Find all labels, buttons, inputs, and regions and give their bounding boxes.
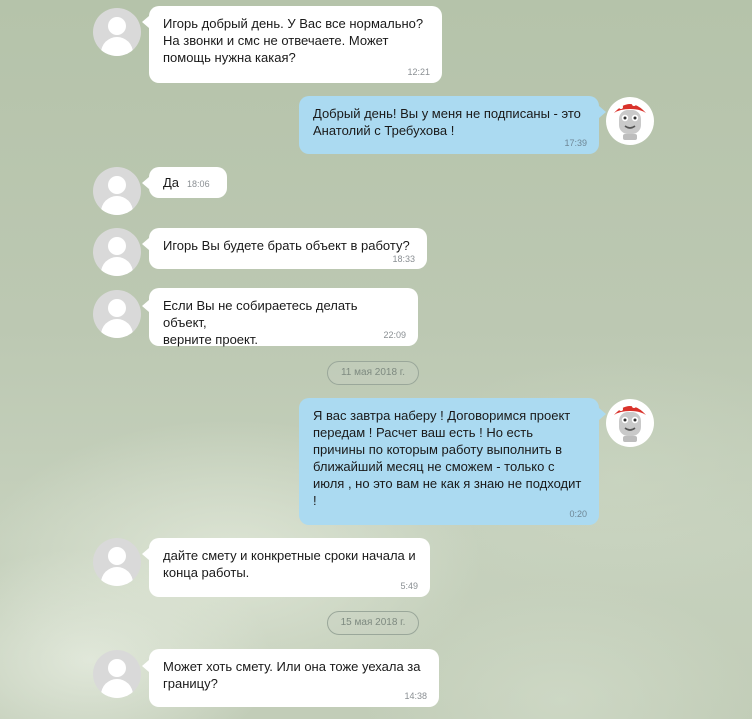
date-separator: 11 мая 2018 г. [327,361,419,385]
own-avatar-icon[interactable] [606,399,654,447]
own-avatar-icon[interactable] [606,97,654,145]
message-time: 18:33 [392,254,415,264]
message-bubble-incoming[interactable]: Игорь Вы будете брать объект в работу? 1… [149,228,427,269]
contact-avatar-icon[interactable] [93,8,141,56]
message-bubble-outgoing[interactable]: Добрый день! Вы у меня не подписаны - эт… [299,96,599,154]
contact-avatar-icon[interactable] [93,228,141,276]
message-text: Я вас завтра наберу ! Договоримся проект… [313,408,582,508]
date-label: 11 мая 2018 г. [340,367,406,378]
message-time: 12:21 [407,67,430,77]
message-text: Может хоть смету. Или она тоже уехала за… [163,659,421,691]
message-bubble-outgoing[interactable]: Я вас завтра наберу ! Договоримся проект… [299,398,599,525]
date-label: 15 мая 2018 г. [340,617,406,628]
message-bubble-incoming[interactable]: Если Вы не собираетесь делать объект, ве… [149,288,418,347]
message-text: Игорь добрый день. У Вас все нормально? … [163,16,424,65]
message-bubble-incoming[interactable]: дайте смету и конкретные сроки начала и … [149,538,430,597]
message-text: Добрый день! Вы у меня не подписаны - эт… [313,106,581,138]
message-time: 17:39 [564,138,587,148]
message-bubble-incoming[interactable]: Может хоть смету. Или она тоже уехала за… [149,649,439,707]
contact-avatar-icon[interactable] [93,650,141,698]
message-time: 22:09 [383,330,406,340]
message-bubble-incoming[interactable]: Игорь добрый день. У Вас все нормально? … [149,6,442,83]
message-text: дайте смету и конкретные сроки начала и … [163,548,416,580]
message-time: 18:06 [187,179,210,189]
contact-avatar-icon[interactable] [93,167,141,215]
message-text: Игорь Вы будете брать объект в работу? [163,238,410,253]
message-time: 14:38 [404,691,427,701]
message-time: 5:49 [400,581,418,591]
message-text: Если Вы не собираетесь делать объект, ве… [163,298,358,347]
date-separator: 15 мая 2018 г. [327,611,419,635]
contact-avatar-icon[interactable] [93,290,141,338]
message-time: 0:20 [569,509,587,519]
message-bubble-incoming[interactable]: Да 18:06 [149,167,227,198]
contact-avatar-icon[interactable] [93,538,141,586]
message-text: Да [163,175,180,190]
